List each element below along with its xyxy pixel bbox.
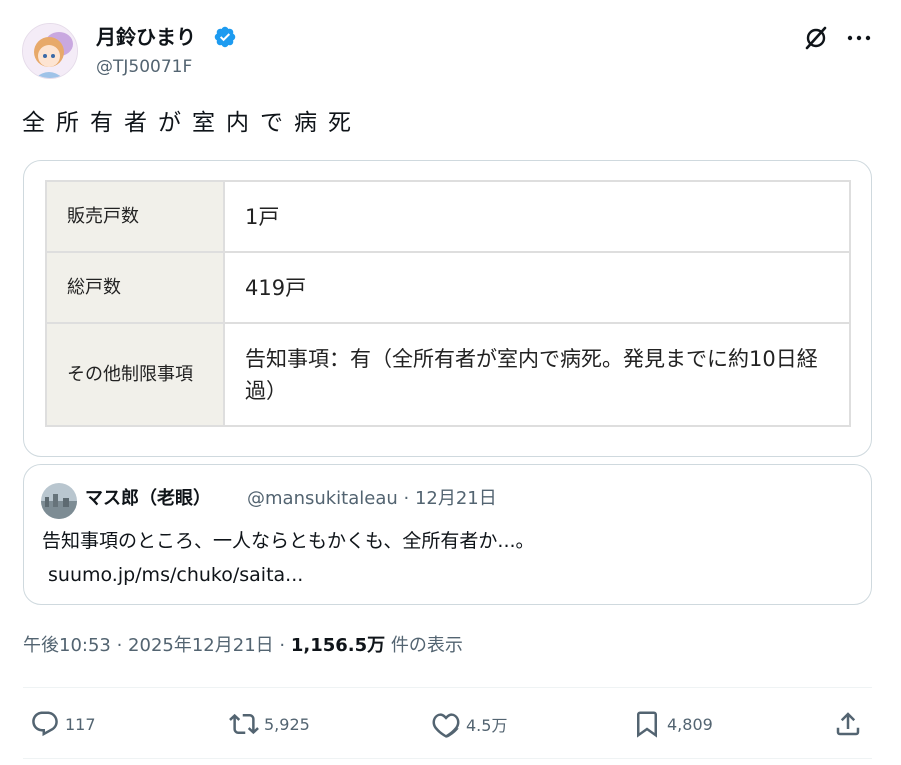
tweet-timestamp[interactable]: 午後10:53 · 2025年12月21日 · (23, 635, 291, 656)
property-info-table: 販売戸数 1戸 総戸数 419戸 その他制限事項 告知事項：有（全所有者が室内で… (45, 180, 851, 427)
table-row: 総戸数 419戸 (45, 251, 851, 324)
retweet-icon (229, 713, 259, 735)
table-row: その他制限事項 告知事項：有（全所有者が室内で病死。発見までに約10日経過） (45, 322, 851, 427)
table-label: その他制限事項 (45, 322, 225, 427)
reply-icon (32, 711, 58, 737)
tweet-meta: 午後10:53 · 2025年12月21日 · 1,156.5万 件の表示 (23, 633, 463, 659)
table-value: 1戸 (223, 180, 851, 253)
cityscape-avatar-icon (41, 483, 77, 519)
reply-button[interactable]: 117 (30, 706, 96, 742)
quoted-tweet-link[interactable]: suumo.jp/ms/chuko/saita... (48, 561, 303, 589)
like-button[interactable]: 4.5万 (431, 706, 507, 742)
retweet-count: 5,925 (264, 714, 310, 734)
quoted-tweet-text: 告知事項のところ、一人ならともかくも、全所有者か...。 (42, 530, 535, 552)
bookmark-button[interactable]: 4,809 (632, 706, 713, 742)
anime-avatar-icon (23, 24, 77, 78)
share-button[interactable] (833, 706, 863, 742)
table-value: 告知事項：有（全所有者が室内で病死。発見までに約10日経過） (223, 322, 851, 427)
quoted-handle-date: @mansukitaleau · 12月21日 (247, 488, 497, 509)
table-label: 総戸数 (45, 251, 225, 324)
bookmark-icon (637, 711, 657, 738)
share-icon (836, 712, 860, 736)
verified-badge-icon (214, 26, 236, 48)
author-avatar[interactable] (22, 23, 78, 79)
view-label: 件の表示 (385, 635, 463, 656)
table-label: 販売戸数 (45, 180, 225, 253)
more-options-icon[interactable] (846, 30, 872, 46)
view-count: 1,156.5万 (290, 635, 386, 656)
reply-count: 117 (65, 714, 96, 734)
quoted-author-name: マス郎（老眼） (85, 488, 211, 509)
divider (23, 687, 872, 688)
tweet-text: 全所有者が室内で病死 (22, 110, 362, 136)
quoted-author-avatar[interactable] (41, 483, 77, 519)
heart-icon (432, 713, 460, 738)
table-row: 販売戸数 1戸 (45, 180, 851, 253)
author-handle[interactable]: @TJ50071F (96, 56, 192, 78)
table-value: 419戸 (223, 251, 851, 324)
grok-icon[interactable] (802, 24, 830, 52)
bookmark-count: 4,809 (667, 714, 713, 734)
author-display-name[interactable]: 月鈴ひまり (96, 24, 196, 50)
divider (23, 758, 872, 759)
retweet-button[interactable]: 5,925 (229, 706, 310, 742)
like-count: 4.5万 (466, 716, 508, 735)
